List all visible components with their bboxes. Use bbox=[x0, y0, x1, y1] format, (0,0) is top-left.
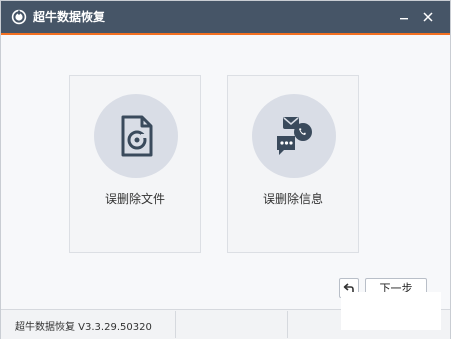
main-content: 误删除文件 误删除信息 下一步 bbox=[1, 35, 450, 309]
window-title: 超牛数据恢复 bbox=[33, 10, 106, 24]
app-logo-icon bbox=[11, 9, 27, 25]
title-bar: 超牛数据恢复 bbox=[1, 1, 450, 33]
message-call-icon bbox=[277, 117, 312, 155]
option-icon-circle bbox=[252, 94, 336, 178]
blank-overlay bbox=[341, 292, 441, 330]
option-label: 误删除文件 bbox=[104, 192, 165, 206]
option-icon-circle bbox=[94, 94, 178, 178]
app-window: 超牛数据恢复 误删除文件 误删除信息 下一步 超牛数据恢复 V3.3.29.50… bbox=[0, 0, 451, 339]
file-recovery-icon bbox=[121, 115, 153, 157]
option-card-file-recovery[interactable]: 误删除文件 bbox=[69, 75, 201, 253]
minimize-button[interactable] bbox=[395, 8, 413, 26]
minimize-icon bbox=[400, 18, 408, 20]
status-divider bbox=[175, 311, 176, 338]
close-icon bbox=[423, 12, 433, 22]
option-card-message-recovery[interactable]: 误删除信息 bbox=[227, 75, 359, 253]
version-text: 超牛数据恢复 V3.3.29.50320 bbox=[15, 322, 152, 333]
status-divider bbox=[287, 311, 288, 338]
close-button[interactable] bbox=[419, 8, 437, 26]
option-label: 误删除信息 bbox=[262, 192, 323, 206]
